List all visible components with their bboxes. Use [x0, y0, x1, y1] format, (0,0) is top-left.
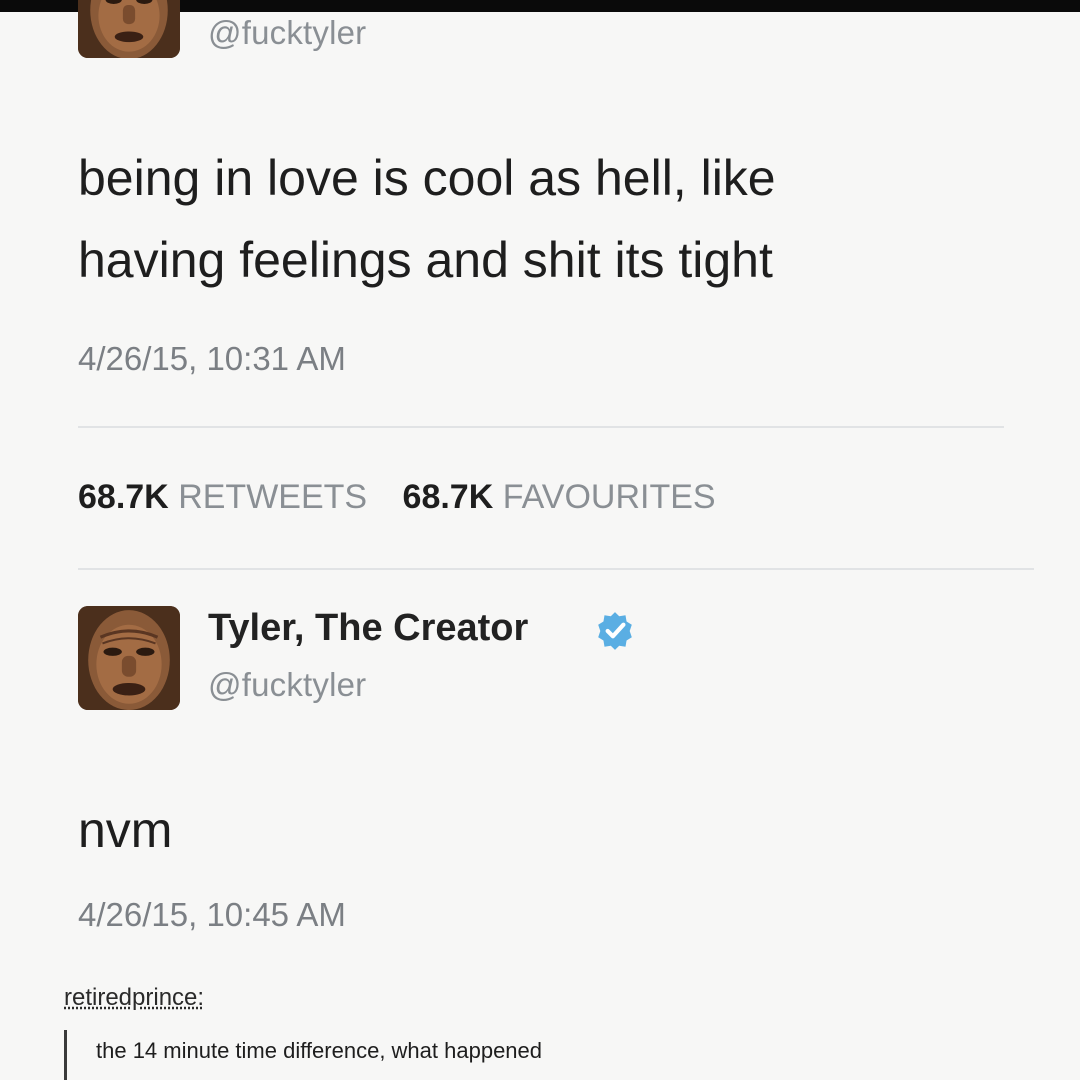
tweet2-display-name[interactable]: Tyler, The Creator — [208, 607, 528, 650]
retweets-count[interactable]: 68.7K — [78, 478, 169, 516]
tweet1-text-line1: being in love is cool as hell, like — [78, 150, 776, 206]
favourites-count[interactable]: 68.7K — [403, 478, 494, 516]
post-screenshot: @fucktyler being in love is cool as hell… — [0, 0, 1080, 1080]
retweets-label[interactable]: RETWEETS — [178, 478, 367, 516]
avatar[interactable] — [78, 606, 180, 710]
avatar-image — [78, 0, 180, 58]
tweet2-handle[interactable]: @fucktyler — [208, 666, 366, 704]
tweet1-timestamp[interactable]: 4/26/15, 10:31 AM — [78, 340, 346, 378]
tweet1-stats: 68.7K RETWEETS 68.7K FAVOURITES — [78, 478, 742, 517]
avatar-image — [78, 606, 180, 710]
tweet1-text-line2: having feelings and shit its tight — [78, 232, 773, 288]
reblog-comment: the 14 minute time difference, what happ… — [96, 1038, 543, 1063]
divider — [78, 426, 1004, 428]
reblog-username[interactable]: retiredprince: — [64, 984, 204, 1012]
quote-bar — [64, 1030, 67, 1080]
tweet1-handle[interactable]: @fucktyler — [208, 14, 366, 52]
divider — [78, 568, 1034, 570]
tweet2-text: nvm — [78, 802, 173, 858]
avatar[interactable] — [78, 0, 180, 58]
favourites-label[interactable]: FAVOURITES — [503, 478, 716, 516]
verified-badge-icon — [594, 610, 636, 652]
tweet2-timestamp[interactable]: 4/26/15, 10:45 AM — [78, 896, 346, 934]
